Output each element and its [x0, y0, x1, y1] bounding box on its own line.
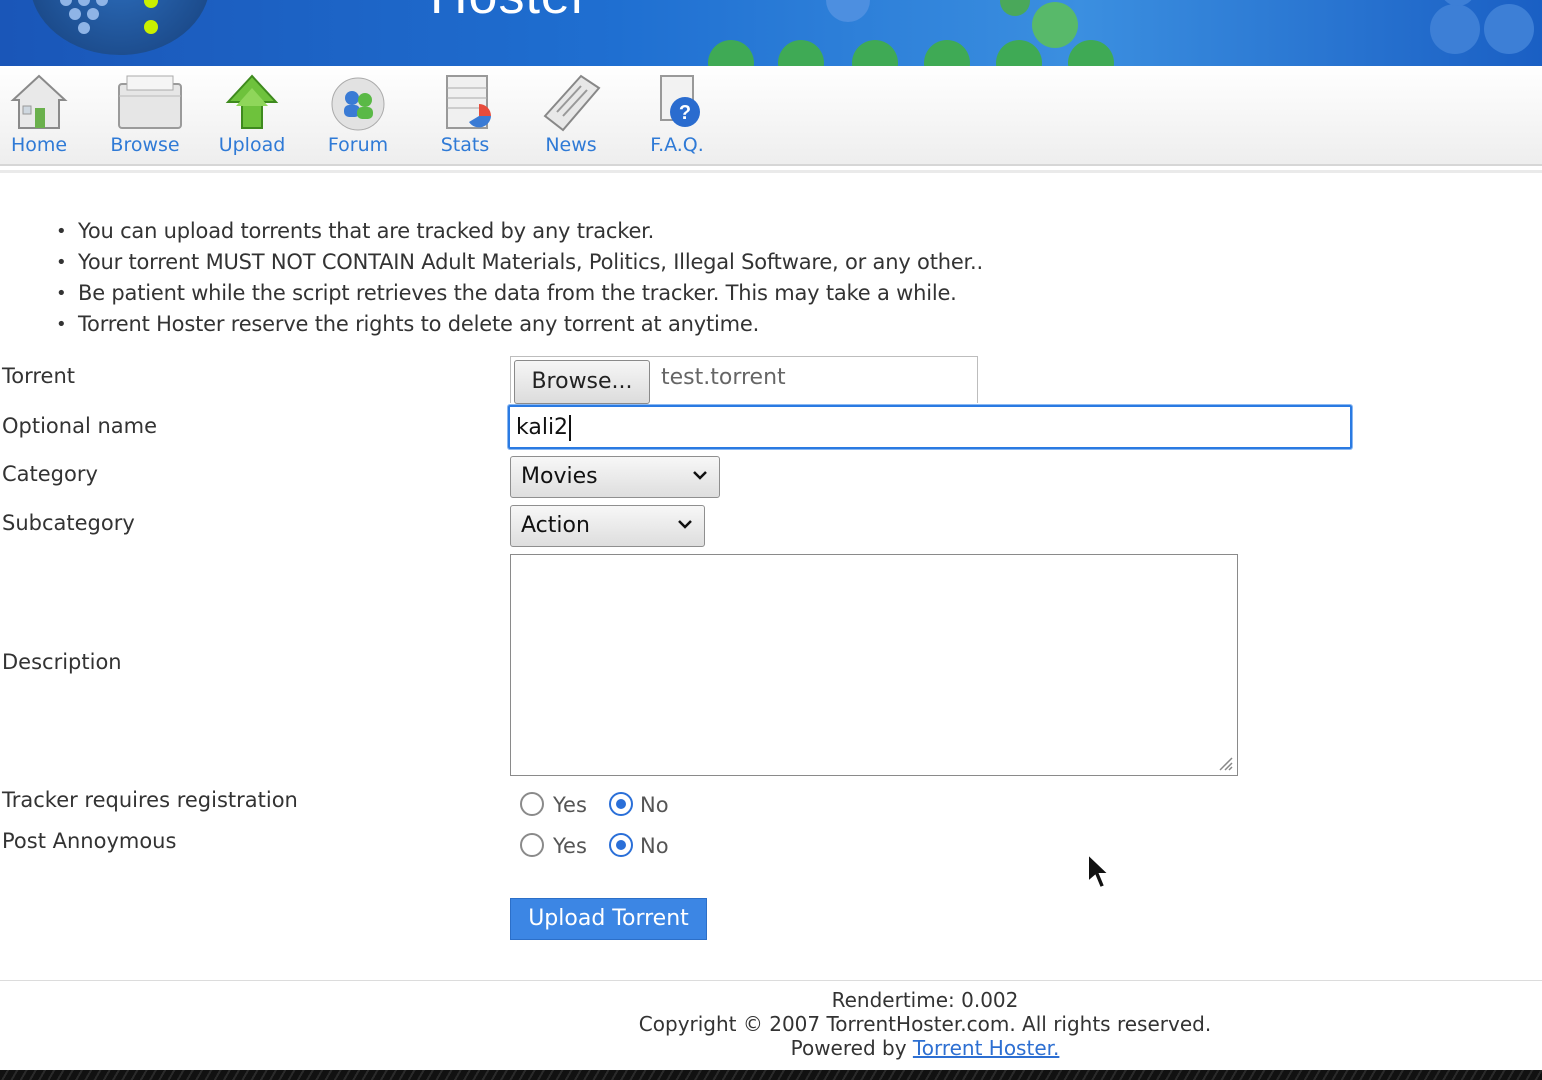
- nav-news[interactable]: News: [526, 72, 616, 156]
- header-banner: Hoster: [0, 0, 1542, 66]
- svg-text:?: ?: [679, 102, 691, 124]
- post-anonymous-yes-label: Yes: [553, 834, 587, 858]
- newspaper-icon: [541, 72, 601, 132]
- rule-item: Your torrent MUST NOT CONTAIN Adult Mate…: [56, 247, 983, 278]
- tracker-registration-yes-radio[interactable]: [520, 792, 544, 816]
- nav-upload[interactable]: Upload: [207, 72, 297, 156]
- mouse-pointer-icon: [1087, 852, 1112, 890]
- nav-home[interactable]: Home: [0, 72, 84, 156]
- footer: Rendertime: 0.002 Copyright © 2007 Torre…: [0, 988, 1542, 1060]
- nav-browse-label: Browse: [110, 134, 180, 156]
- site-title: Hoster: [430, 0, 589, 26]
- browse-file-button[interactable]: Browse...: [514, 360, 650, 404]
- chevron-down-icon: [693, 471, 707, 480]
- upload-rules-list: You can upload torrents that are tracked…: [56, 216, 983, 340]
- post-anonymous-label: Post Annoymous: [2, 829, 177, 853]
- help-document-icon: ?: [647, 72, 707, 132]
- optional-name-label: Optional name: [2, 414, 158, 438]
- subcategory-select[interactable]: Action: [510, 505, 705, 547]
- home-icon: [9, 72, 69, 132]
- nav-separator: [0, 170, 1542, 173]
- post-anonymous-no-label: No: [640, 834, 669, 858]
- category-select[interactable]: Movies: [510, 456, 720, 498]
- nav-stats[interactable]: Stats: [420, 72, 510, 156]
- folder-icon: [115, 72, 182, 132]
- nav-faq[interactable]: ? F.A.Q.: [632, 72, 722, 156]
- powered-by-prefix: Powered by: [790, 1036, 907, 1060]
- selected-file-name: test.torrent: [661, 365, 786, 390]
- tracker-registration-radio-group: Yes No: [520, 790, 720, 820]
- post-anonymous-radio-group: Yes No: [520, 831, 720, 861]
- footer-divider: [0, 980, 1542, 981]
- tracker-registration-label: Tracker requires registration: [2, 788, 298, 812]
- subcategory-label: Subcategory: [2, 511, 135, 535]
- optional-name-value: kali2: [516, 415, 569, 440]
- torrent-label: Torrent: [2, 364, 76, 388]
- upload-torrent-button[interactable]: Upload Torrent: [510, 898, 707, 940]
- upload-arrow-icon: [222, 72, 282, 132]
- stats-chart-icon: [435, 72, 495, 132]
- forum-users-icon: [328, 72, 388, 132]
- nav-stats-label: Stats: [440, 134, 490, 156]
- rule-item: You can upload torrents that are tracked…: [56, 216, 983, 247]
- powered-by-link[interactable]: Torrent Hoster.: [913, 1036, 1059, 1060]
- description-label: Description: [2, 650, 122, 674]
- rule-item: Be patient while the script retrieves th…: [56, 278, 983, 309]
- chevron-down-icon: [678, 520, 692, 529]
- subcategory-selected-value: Action: [521, 513, 590, 538]
- main-nav: Home Browse Upload Forum Stats News ? F.…: [0, 66, 1542, 166]
- bottom-border: [0, 1070, 1542, 1080]
- resize-grip-icon[interactable]: [1216, 754, 1234, 772]
- nav-forum[interactable]: Forum: [313, 72, 403, 156]
- site-logo[interactable]: [30, 0, 210, 55]
- tracker-registration-no-radio[interactable]: [609, 792, 633, 816]
- powered-by: Powered by Torrent Hoster.: [0, 1036, 1542, 1060]
- description-textarea[interactable]: [510, 554, 1238, 776]
- nav-news-label: News: [545, 134, 597, 156]
- nav-faq-label: F.A.Q.: [650, 134, 704, 156]
- torrent-file-input[interactable]: Browse... test.torrent: [510, 356, 978, 404]
- optional-name-input[interactable]: kali2: [508, 405, 1352, 449]
- tracker-registration-no-label: No: [640, 793, 669, 817]
- nav-upload-label: Upload: [218, 134, 286, 156]
- copyright-text: Copyright © 2007 TorrentHoster.com. All …: [638, 1012, 1212, 1036]
- rule-item: Torrent Hoster reserve the rights to del…: [56, 309, 983, 340]
- post-anonymous-yes-radio[interactable]: [520, 833, 544, 857]
- nav-home-label: Home: [10, 134, 68, 156]
- post-anonymous-no-radio[interactable]: [609, 833, 633, 857]
- tracker-registration-yes-label: Yes: [553, 793, 587, 817]
- text-caret: [569, 415, 572, 441]
- category-selected-value: Movies: [521, 464, 598, 489]
- category-label: Category: [2, 462, 98, 486]
- render-time: Rendertime: 0.002: [831, 988, 1019, 1012]
- nav-browse[interactable]: Browse: [100, 72, 190, 156]
- nav-forum-label: Forum: [327, 134, 389, 156]
